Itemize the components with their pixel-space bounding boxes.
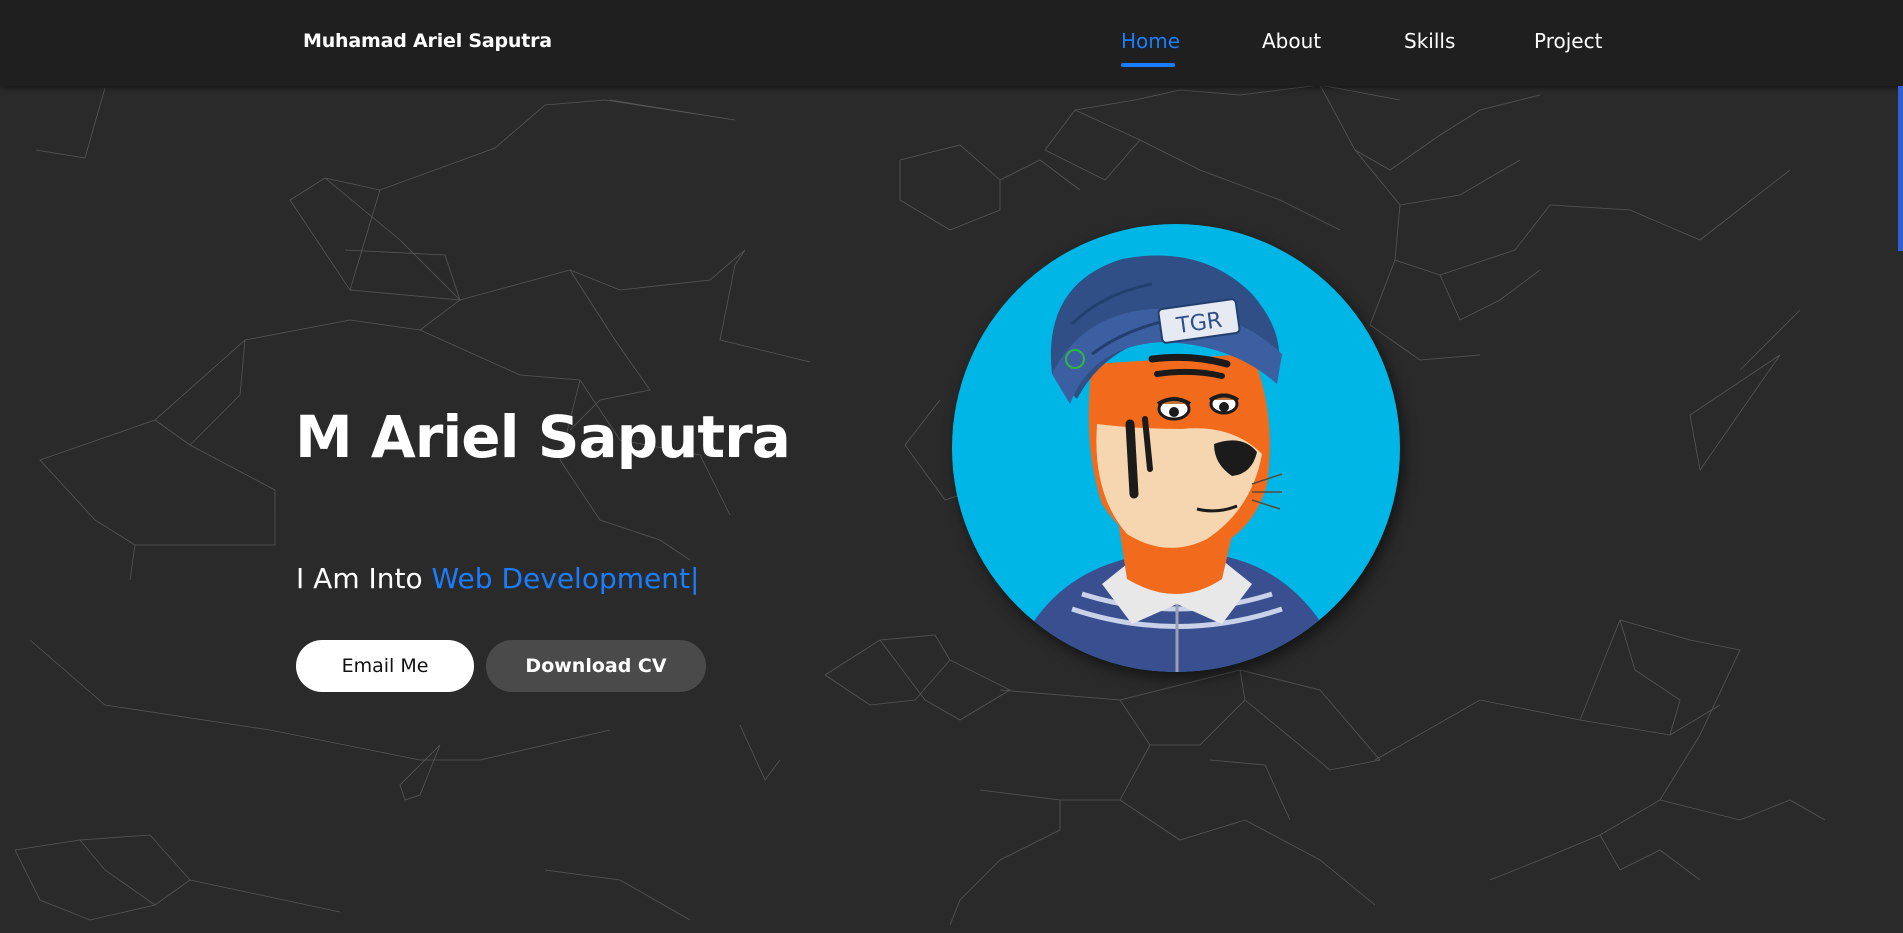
brand-logo[interactable]: Muhamad Ariel Saputra [303,30,552,52]
navbar: Muhamad Ariel Saputra Home About Skills … [0,0,1903,86]
nav-project[interactable]: Project [1534,29,1602,53]
tiger-avatar-illustration: TGR [1022,255,1332,672]
nav-active-indicator [1121,63,1175,67]
hero-subtitle-typed: Web Development| [431,562,700,595]
page: Muhamad Ariel Saputra Home About Skills … [0,0,1903,933]
download-cv-button[interactable]: Download CV [486,640,706,692]
hero-subtitle-prefix: I Am Into [296,562,432,595]
hero-subtitle: I Am Into Web Development| [296,562,699,595]
profile-avatar: TGR [952,224,1400,672]
nav-home[interactable]: Home [1121,29,1180,53]
nav-skills[interactable]: Skills [1404,29,1455,53]
scrollbar-thumb[interactable] [1898,86,1903,251]
hero-name: M Ariel Saputra [295,403,791,471]
network-background [14,84,1826,926]
nav-about[interactable]: About [1262,29,1321,53]
email-me-button[interactable]: Email Me [296,640,474,692]
